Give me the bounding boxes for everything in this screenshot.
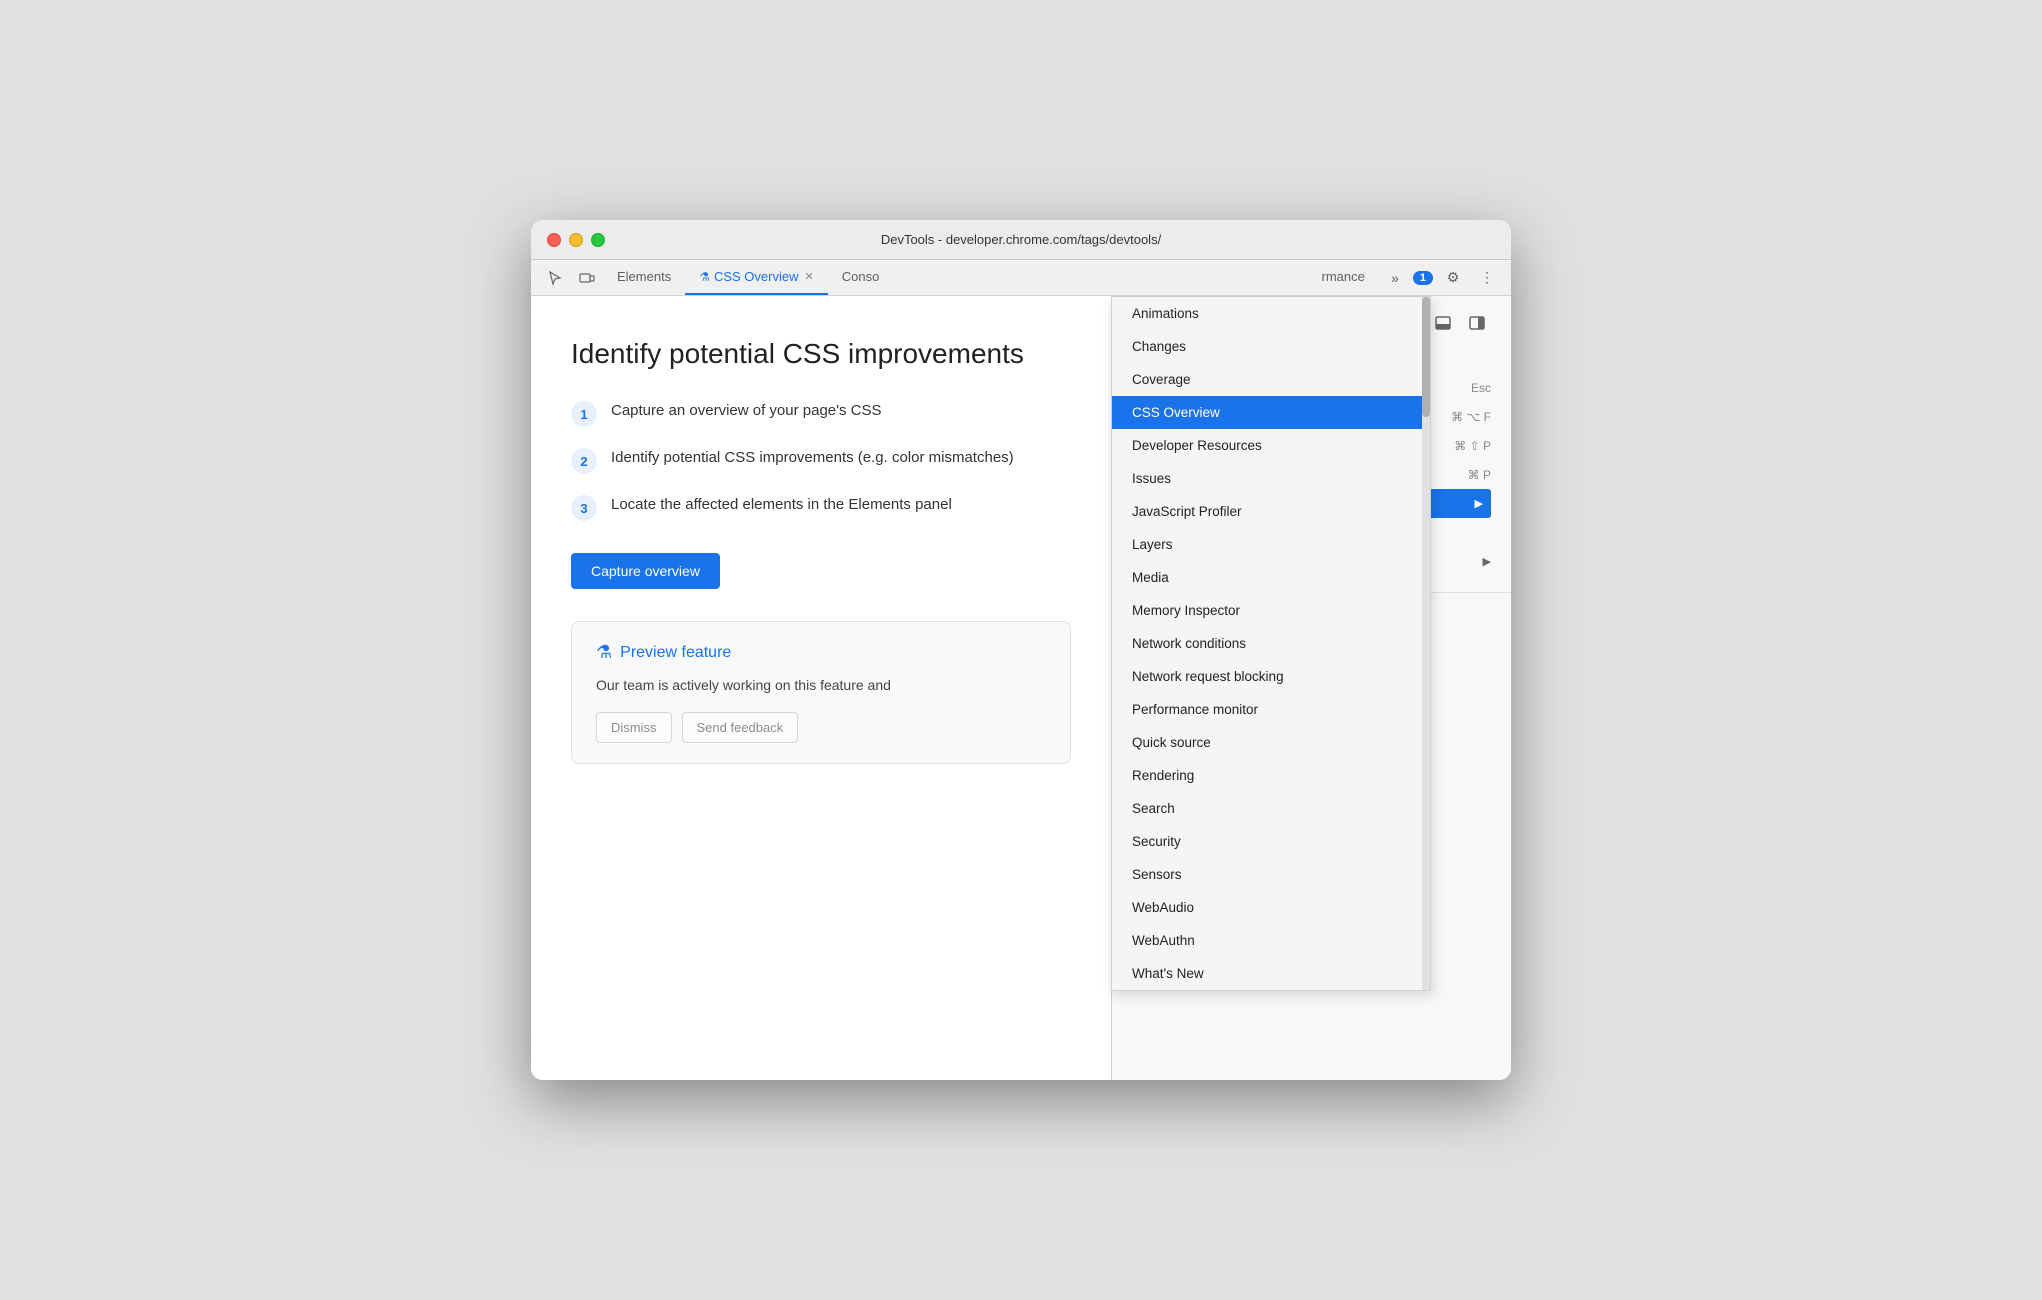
issues-badge[interactable]: 1 — [1413, 271, 1433, 285]
tab-elements[interactable]: Elements — [603, 260, 685, 295]
preview-flask-icon: ⚗ — [596, 642, 612, 663]
tab-console[interactable]: Conso — [828, 260, 894, 295]
preview-buttons: Dismiss Send feedback — [596, 712, 1046, 743]
more-tools-arrow-icon: ▶ — [1475, 497, 1483, 510]
menu-item-rendering[interactable]: Rendering — [1112, 759, 1430, 792]
menu-item-network-request-blocking[interactable]: Network request blocking — [1112, 660, 1430, 693]
menu-item-layers[interactable]: Layers — [1112, 528, 1430, 561]
title-bar: DevTools - developer.chrome.com/tags/dev… — [531, 220, 1511, 260]
tab-right-controls: » 1 ⚙ ⋮ — [1379, 260, 1503, 295]
menu-item-search[interactable]: Search — [1112, 792, 1430, 825]
main-area: Identify potential CSS improvements 1 Ca… — [531, 296, 1511, 1080]
menu-item-coverage[interactable]: Coverage — [1112, 363, 1430, 396]
step-number-1: 1 — [571, 401, 597, 427]
menu-item-quick-source[interactable]: Quick source — [1112, 726, 1430, 759]
minimize-button[interactable] — [569, 233, 583, 247]
flask-icon: ⚗ — [699, 270, 710, 284]
step-text-3: Locate the affected elements in the Elem… — [611, 494, 952, 517]
menu-item-webauthn[interactable]: WebAuthn — [1112, 924, 1430, 957]
menu-item-webaudio[interactable]: WebAudio — [1112, 891, 1430, 924]
menu-item-issues[interactable]: Issues — [1112, 462, 1430, 495]
tab-performance[interactable]: rmance — [1308, 260, 1379, 295]
more-tabs-button[interactable]: » — [1379, 264, 1411, 292]
menu-item-media[interactable]: Media — [1112, 561, 1430, 594]
menu-item-developer-resources[interactable]: Developer Resources — [1112, 429, 1430, 462]
step-number-3: 3 — [571, 495, 597, 521]
tab-close-button[interactable]: ✕ — [805, 270, 814, 283]
menu-item-sensors[interactable]: Sensors — [1112, 858, 1430, 891]
menu-item-whats-new[interactable]: What's New — [1112, 957, 1430, 990]
tab-css-overview[interactable]: ⚗ CSS Overview ✕ — [685, 260, 828, 295]
more-tools-dropdown: Animations Changes Coverage CSS Overview… — [1111, 296, 1431, 991]
close-button[interactable] — [547, 233, 561, 247]
traffic-lights — [547, 233, 605, 247]
step-text-1: Capture an overview of your page's CSS — [611, 400, 882, 423]
menu-item-security[interactable]: Security — [1112, 825, 1430, 858]
console-drawer-shortcut: Esc — [1471, 381, 1491, 395]
cursor-icon[interactable] — [539, 260, 571, 295]
step-number-2: 2 — [571, 448, 597, 474]
left-panel: Identify potential CSS improvements 1 Ca… — [531, 296, 1111, 1080]
search-shortcut: ⌘ ⌥ F — [1451, 410, 1491, 424]
preview-title: Preview feature — [620, 644, 731, 662]
preview-description: Our team is actively working on this fea… — [596, 675, 1046, 696]
maximize-button[interactable] — [591, 233, 605, 247]
run-command-shortcut: ⌘ ⇧ P — [1454, 439, 1491, 453]
capture-overview-button[interactable]: Capture overview — [571, 553, 720, 589]
menu-item-memory-inspector[interactable]: Memory Inspector — [1112, 594, 1430, 627]
list-item: 1 Capture an overview of your page's CSS — [571, 400, 1071, 427]
menu-scrollbar-thumb — [1422, 297, 1430, 417]
tab-bar: Elements ⚗ CSS Overview ✕ Conso rmance »… — [531, 260, 1511, 296]
step-text-2: Identify potential CSS improvements (e.g… — [611, 447, 1014, 470]
window-title: DevTools - developer.chrome.com/tags/dev… — [881, 232, 1161, 247]
settings-button[interactable]: ⚙ — [1437, 264, 1469, 292]
open-file-shortcut: ⌘ P — [1468, 468, 1491, 482]
menu-item-changes[interactable]: Changes — [1112, 330, 1430, 363]
menu-scrollbar[interactable] — [1422, 297, 1430, 990]
menu-item-network-conditions[interactable]: Network conditions — [1112, 627, 1430, 660]
devtools-container: Elements ⚗ CSS Overview ✕ Conso rmance »… — [531, 260, 1511, 1080]
list-item: 2 Identify potential CSS improvements (e… — [571, 447, 1071, 474]
preview-header: ⚗ Preview feature — [596, 642, 1046, 663]
more-options-button[interactable]: ⋮ — [1471, 264, 1503, 292]
steps-list: 1 Capture an overview of your page's CSS… — [571, 400, 1071, 521]
dock-right-button[interactable] — [1463, 312, 1491, 334]
dismiss-button[interactable]: Dismiss — [596, 712, 672, 743]
help-arrow-icon: ▶ — [1483, 555, 1491, 568]
dock-bottom-button[interactable] — [1429, 312, 1457, 334]
devtools-window: DevTools - developer.chrome.com/tags/dev… — [531, 220, 1511, 1080]
page-title: Identify potential CSS improvements — [571, 336, 1071, 372]
menu-item-performance-monitor[interactable]: Performance monitor — [1112, 693, 1430, 726]
menu-item-animations[interactable]: Animations — [1112, 297, 1430, 330]
device-toggle-icon[interactable] — [571, 260, 603, 295]
send-feedback-button[interactable]: Send feedback — [682, 712, 799, 743]
menu-item-js-profiler[interactable]: JavaScript Profiler — [1112, 495, 1430, 528]
list-item: 3 Locate the affected elements in the El… — [571, 494, 1071, 521]
menu-item-css-overview[interactable]: CSS Overview — [1112, 396, 1430, 429]
preview-card: ⚗ Preview feature Our team is actively w… — [571, 621, 1071, 764]
